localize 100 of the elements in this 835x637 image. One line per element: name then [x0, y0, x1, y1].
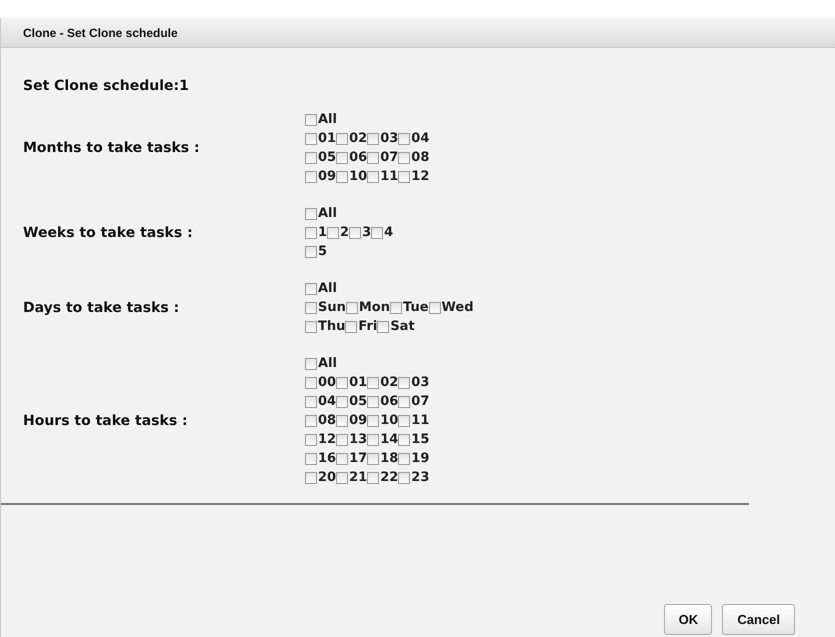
- checkbox-option[interactable]: 10: [336, 169, 368, 184]
- checkbox[interactable]: [367, 414, 380, 426]
- checkbox-option[interactable]: Mon: [346, 300, 390, 315]
- checkbox[interactable]: [305, 208, 317, 220]
- checkbox[interactable]: [305, 414, 317, 426]
- checkbox[interactable]: [367, 396, 380, 408]
- checkbox-option[interactable]: 17: [336, 451, 368, 466]
- checkbox[interactable]: [398, 452, 410, 464]
- checkbox-option[interactable]: 07: [398, 394, 430, 409]
- checkbox-option[interactable]: 04: [398, 131, 430, 146]
- checkbox[interactable]: [305, 246, 317, 258]
- checkbox-option[interactable]: 23: [398, 470, 430, 485]
- checkbox[interactable]: [305, 132, 317, 144]
- checkbox-option[interactable]: 21: [336, 470, 368, 485]
- checkbox-option[interactable]: 03: [367, 131, 398, 146]
- checkbox[interactable]: [336, 132, 348, 144]
- checkbox-option[interactable]: Tue: [390, 300, 429, 315]
- checkbox[interactable]: [305, 376, 317, 388]
- checkbox-option[interactable]: 10: [367, 413, 398, 428]
- checkbox[interactable]: [336, 152, 348, 164]
- checkbox[interactable]: [428, 302, 441, 314]
- checkbox-option[interactable]: 1: [305, 225, 328, 240]
- checkbox[interactable]: [336, 414, 348, 426]
- ok-button[interactable]: OK: [664, 604, 712, 635]
- checkbox[interactable]: [398, 434, 410, 446]
- checkbox-option[interactable]: 20: [305, 470, 336, 485]
- checkbox[interactable]: [336, 434, 348, 446]
- checkbox-option[interactable]: All: [305, 281, 337, 296]
- checkbox[interactable]: [398, 132, 410, 144]
- checkbox-option[interactable]: 19: [398, 451, 430, 466]
- checkbox-option[interactable]: 07: [367, 150, 398, 165]
- checkbox-option[interactable]: 14: [367, 432, 398, 447]
- checkbox[interactable]: [336, 472, 348, 484]
- checkbox-option[interactable]: Sun: [305, 300, 346, 315]
- checkbox-option[interactable]: 06: [367, 394, 398, 409]
- checkbox-option[interactable]: 5: [305, 244, 328, 259]
- checkbox[interactable]: [336, 376, 348, 388]
- checkbox-option[interactable]: 16: [305, 451, 336, 466]
- checkbox-option[interactable]: 3: [349, 225, 372, 240]
- checkbox[interactable]: [305, 434, 317, 446]
- checkbox-option[interactable]: 09: [336, 413, 368, 428]
- checkbox-option[interactable]: 01: [305, 131, 336, 146]
- checkbox-option[interactable]: 08: [305, 413, 336, 428]
- checkbox[interactable]: [305, 472, 317, 484]
- checkbox[interactable]: [305, 114, 317, 126]
- checkbox-option[interactable]: 11: [398, 413, 430, 428]
- checkbox-option[interactable]: 04: [305, 394, 336, 409]
- checkbox-option[interactable]: 02: [367, 375, 398, 390]
- checkbox-option[interactable]: 22: [367, 470, 398, 485]
- checkbox-option[interactable]: All: [305, 112, 337, 127]
- checkbox-option[interactable]: 08: [398, 150, 430, 165]
- checkbox-option[interactable]: 05: [336, 394, 368, 409]
- checkbox[interactable]: [305, 282, 317, 294]
- checkbox[interactable]: [398, 414, 410, 426]
- checkbox-option[interactable]: 2: [327, 225, 350, 240]
- checkbox-option[interactable]: Sat: [377, 319, 415, 334]
- checkbox[interactable]: [305, 452, 317, 464]
- checkbox[interactable]: [349, 226, 362, 238]
- checkbox-option[interactable]: 12: [398, 169, 430, 184]
- checkbox[interactable]: [398, 472, 410, 484]
- checkbox[interactable]: [305, 152, 317, 164]
- checkbox-option[interactable]: 11: [367, 169, 398, 184]
- checkbox-option[interactable]: 13: [336, 432, 368, 447]
- checkbox[interactable]: [371, 226, 384, 238]
- cancel-button[interactable]: Cancel: [722, 604, 795, 635]
- checkbox-option[interactable]: All: [305, 356, 337, 371]
- checkbox-option[interactable]: 00: [305, 375, 336, 390]
- checkbox[interactable]: [305, 358, 317, 370]
- checkbox[interactable]: [336, 396, 348, 408]
- checkbox[interactable]: [305, 320, 317, 332]
- checkbox[interactable]: [390, 302, 402, 314]
- checkbox-option[interactable]: 05: [305, 150, 336, 165]
- checkbox[interactable]: [367, 170, 380, 182]
- checkbox[interactable]: [305, 226, 317, 238]
- checkbox-option[interactable]: 06: [336, 150, 368, 165]
- checkbox-option[interactable]: 18: [367, 451, 398, 466]
- checkbox-option[interactable]: 12: [305, 432, 336, 447]
- checkbox-option[interactable]: Wed: [428, 300, 474, 315]
- checkbox-option[interactable]: 03: [398, 375, 430, 390]
- checkbox[interactable]: [398, 152, 410, 164]
- checkbox[interactable]: [367, 434, 380, 446]
- checkbox[interactable]: [367, 132, 380, 144]
- checkbox-option[interactable]: 15: [398, 432, 430, 447]
- checkbox[interactable]: [398, 376, 410, 388]
- checkbox[interactable]: [327, 226, 340, 238]
- checkbox-option[interactable]: 09: [305, 169, 336, 184]
- checkbox[interactable]: [305, 170, 317, 182]
- checkbox[interactable]: [398, 170, 410, 182]
- checkbox-option[interactable]: Fri: [345, 319, 378, 334]
- checkbox[interactable]: [377, 320, 390, 332]
- checkbox[interactable]: [367, 472, 380, 484]
- checkbox[interactable]: [367, 152, 380, 164]
- checkbox-option[interactable]: 4: [371, 225, 394, 240]
- checkbox[interactable]: [305, 396, 317, 408]
- checkbox-option[interactable]: Thu: [305, 319, 346, 334]
- checkbox[interactable]: [336, 452, 348, 464]
- checkbox-option[interactable]: 01: [336, 375, 368, 390]
- checkbox[interactable]: [345, 320, 358, 332]
- checkbox[interactable]: [367, 376, 380, 388]
- checkbox[interactable]: [346, 302, 358, 314]
